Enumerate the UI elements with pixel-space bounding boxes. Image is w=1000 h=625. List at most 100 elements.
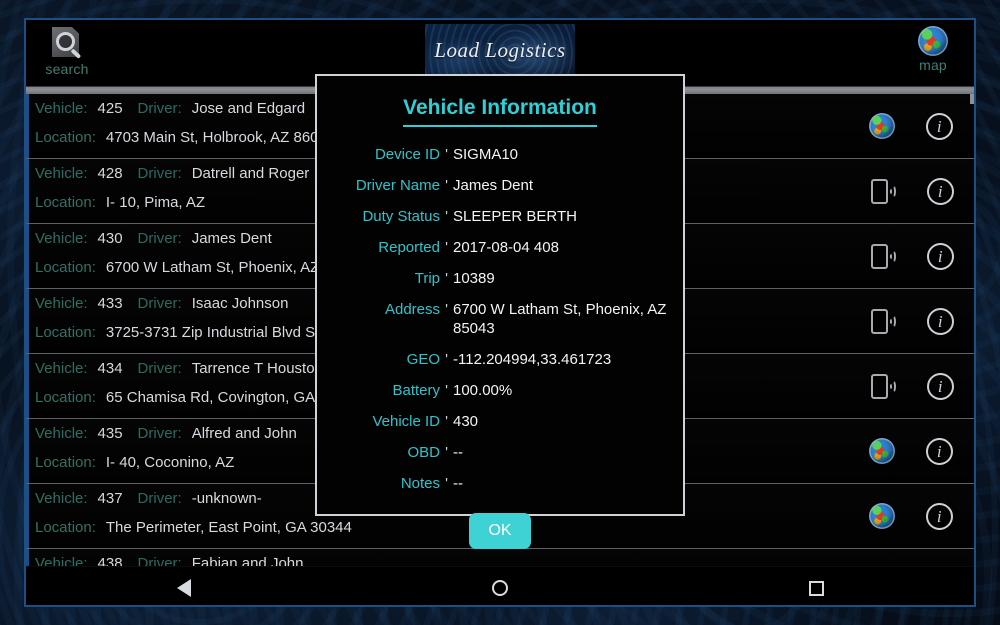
list-scrollbar[interactable] xyxy=(970,94,974,566)
row-text: Vehicle:438Driver:Fabian and JohnLocatio… xyxy=(29,549,854,566)
dialog-field-label: GEO xyxy=(406,351,440,368)
location-value: I- 10, Pima, AZ xyxy=(105,194,206,211)
dialog-field-separator: ' xyxy=(445,177,448,194)
app-logo: Load Logistics xyxy=(425,24,575,76)
phone-signal-icon[interactable] xyxy=(868,241,898,271)
vehicle-label: Vehicle: xyxy=(35,165,88,182)
dialog-field-separator: ' xyxy=(445,475,448,492)
driver-label: Driver: xyxy=(137,100,182,117)
vehicle-number: 425 xyxy=(97,100,123,117)
dialog-field: Trip ' 10389 xyxy=(333,269,667,288)
dialog-field-label: Address xyxy=(384,301,440,318)
phone-signal-icon[interactable] xyxy=(868,306,898,336)
vehicle-label: Vehicle: xyxy=(35,360,88,377)
vehicle-number: 437 xyxy=(97,490,123,507)
phone-signal-icon[interactable] xyxy=(868,176,898,206)
row-actions: i xyxy=(854,354,974,418)
nav-home-button[interactable] xyxy=(470,571,530,605)
dialog-field-value: 430 xyxy=(453,413,479,430)
driver-name: Isaac Johnson xyxy=(191,295,289,312)
dialog-field: OBD ' -- xyxy=(333,443,667,462)
row-actions: i xyxy=(854,159,974,223)
info-icon[interactable]: i xyxy=(926,372,954,400)
row-actions: i xyxy=(854,484,974,548)
info-icon[interactable]: i xyxy=(925,437,953,465)
dialog-field-label: Trip xyxy=(414,270,440,287)
dialog-field-separator: ' xyxy=(445,208,448,225)
dialog-title: Vehicle Information xyxy=(403,96,597,127)
dialog-field-separator: ' xyxy=(445,146,448,163)
vehicle-number: 435 xyxy=(97,425,123,442)
dialog-field-label: Device ID xyxy=(374,146,440,163)
globe-icon[interactable] xyxy=(869,438,896,464)
location-value: 4703 Main St, Holbrook, AZ 86025 xyxy=(105,129,336,146)
dialog-field-value: 2017-08-04 408 xyxy=(453,239,559,256)
driver-label: Driver: xyxy=(137,360,182,377)
vehicle-label: Vehicle: xyxy=(35,490,88,507)
map-button[interactable]: map xyxy=(898,26,968,73)
driver-name: Jose and Edgard xyxy=(191,100,306,117)
info-icon[interactable]: i xyxy=(926,307,954,335)
nav-recents-button[interactable] xyxy=(786,571,846,605)
driver-label: Driver: xyxy=(137,295,182,312)
driver-name: -unknown- xyxy=(191,490,262,507)
driver-label: Driver: xyxy=(137,230,182,247)
vehicle-label: Vehicle: xyxy=(35,425,88,442)
scrollbar-thumb[interactable] xyxy=(970,94,974,104)
dialog-field-label: Battery xyxy=(392,382,440,399)
vehicle-number: 438 xyxy=(97,555,123,566)
dialog-field-label: Notes xyxy=(400,475,440,492)
info-icon[interactable]: i xyxy=(925,112,953,140)
dialog-field-value: 6700 W Latham St, Phoenix, AZ 85043 xyxy=(453,301,667,337)
dialog-field-value: SIGMA10 xyxy=(453,146,519,163)
info-icon[interactable]: i xyxy=(926,242,954,270)
dialog-field-value: -112.204994,33.461723 xyxy=(453,351,612,368)
vehicle-label: Vehicle: xyxy=(35,100,88,117)
dialog-field-separator: ' xyxy=(445,413,448,430)
dialog-field: Notes ' -- xyxy=(333,474,667,493)
vehicle-number: 433 xyxy=(97,295,123,312)
android-nav-bar xyxy=(26,566,974,605)
location-value: 3725-3731 Zip Industrial Blvd SE xyxy=(105,324,326,341)
location-label: Location: xyxy=(35,519,96,536)
dialog-field-separator: ' xyxy=(445,301,448,318)
dialog-field-separator: ' xyxy=(445,270,448,287)
location-value: The Perimeter, East Point, GA 30344 xyxy=(105,519,352,536)
dialog-field: Duty Status ' SLEEPER BERTH xyxy=(333,207,667,226)
table-row[interactable]: Vehicle:438Driver:Fabian and JohnLocatio… xyxy=(26,549,974,566)
driver-label: Driver: xyxy=(137,490,182,507)
location-label: Location: xyxy=(35,259,96,276)
location-label: Location: xyxy=(35,194,96,211)
app-logo-text: Load Logistics xyxy=(434,37,566,62)
phone-signal-icon[interactable] xyxy=(868,371,898,401)
dialog-field: Vehicle ID ' 430 xyxy=(333,412,667,431)
globe-icon xyxy=(918,26,948,56)
globe-icon[interactable] xyxy=(869,503,896,529)
dialog-field-label: Reported xyxy=(378,239,440,256)
desktop-background: search Load Logistics map Vehicle: 425 Dri… xyxy=(0,0,1000,625)
info-icon[interactable]: i xyxy=(926,177,954,205)
row-location-line: Location: The Perimeter, East Point, GA 3… xyxy=(35,519,846,548)
driver-label: Driver: xyxy=(137,165,182,182)
dialog-field-label: Driver Name xyxy=(355,177,440,194)
nav-back-button[interactable] xyxy=(154,571,214,605)
search-icon xyxy=(50,26,84,60)
location-value: I- 40, Coconino, AZ xyxy=(105,454,235,471)
back-icon xyxy=(177,579,191,597)
row-vehicle-line: Vehicle: 438 Driver: Fabian and John xyxy=(35,555,846,566)
info-icon[interactable]: i xyxy=(925,502,953,530)
dialog-field-value: James Dent xyxy=(453,177,534,194)
driver-name: Tarrence T Houston xyxy=(191,360,323,377)
vehicle-number: 434 xyxy=(97,360,123,377)
dialog-field: Device ID ' SIGMA10 xyxy=(333,145,667,164)
ok-button[interactable]: OK xyxy=(469,513,531,549)
search-button[interactable]: search xyxy=(32,26,102,77)
vehicle-label: Vehicle: xyxy=(35,295,88,312)
driver-label: Driver: xyxy=(137,425,182,442)
driver-name: Fabian and John xyxy=(191,555,304,566)
location-label: Location: xyxy=(35,454,96,471)
dialog-field-value: -- xyxy=(453,475,463,492)
dialog-field: Reported ' 2017-08-04 408 xyxy=(333,238,667,257)
globe-icon[interactable] xyxy=(869,113,896,139)
recents-icon xyxy=(808,580,824,596)
